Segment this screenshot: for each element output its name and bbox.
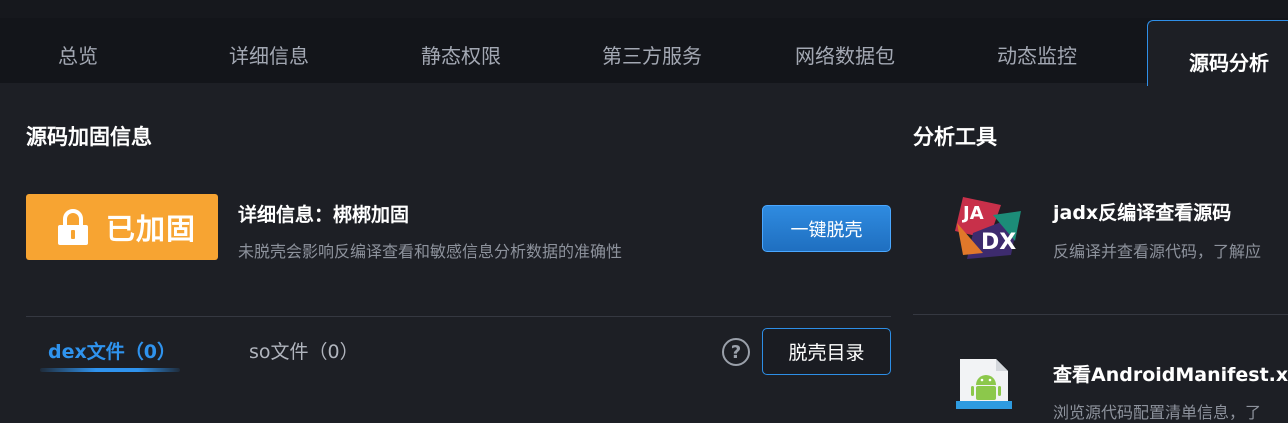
section-divider <box>26 316 891 317</box>
active-subtab-underline <box>40 368 180 372</box>
lock-icon <box>58 209 88 245</box>
tool-manifest-description: 浏览源代码配置清单信息，了 <box>1053 403 1262 422</box>
jadx-icon[interactable]: JA DX <box>953 193 1023 261</box>
tab-dynamic-monitoring[interactable]: 动态监控 <box>997 40 1077 69</box>
svg-text:DX: DX <box>981 230 1016 255</box>
tools-section-title: 分析工具 <box>913 125 997 149</box>
subtab-so-files[interactable]: so文件（0） <box>249 337 359 364</box>
tab-third-party-services[interactable]: 第三方服务 <box>602 40 702 69</box>
unpack-directory-button[interactable]: 脱壳目录 <box>762 328 891 375</box>
tool-jadx-description: 反编译并查看源代码，了解应 <box>1053 242 1262 261</box>
hardening-detail-title: 详细信息：梆梆加固 <box>238 204 410 226</box>
tab-source-analysis[interactable]: 源码分析 <box>1147 20 1288 86</box>
tab-bar: 总览 详细信息 静态权限 第三方服务 网络数据包 动态监控 <box>0 18 1288 83</box>
tab-overview[interactable]: 总览 <box>58 40 98 69</box>
subtab-dex-files[interactable]: dex文件（0） <box>48 337 176 364</box>
tab-static-permissions[interactable]: 静态权限 <box>421 40 501 69</box>
tab-network-packets[interactable]: 网络数据包 <box>795 40 895 69</box>
help-icon[interactable]: ? <box>722 338 750 366</box>
hardening-detail-description: 未脱壳会影响反编译查看和敏感信息分析数据的准确性 <box>238 242 623 261</box>
top-strip <box>0 0 1288 18</box>
tool-manifest-title[interactable]: 查看AndroidManifest.x <box>1053 360 1288 387</box>
tool-jadx-title[interactable]: jadx反编译查看源码 <box>1053 198 1231 225</box>
android-xml-icon[interactable] <box>956 355 1012 409</box>
one-click-unpack-button[interactable]: 一键脱壳 <box>762 205 891 252</box>
tab-details[interactable]: 详细信息 <box>229 40 309 69</box>
hardening-section-title: 源码加固信息 <box>26 125 152 149</box>
tools-divider <box>913 314 1288 315</box>
svg-text:JA: JA <box>961 203 984 224</box>
hardened-status-badge: 已加固 <box>26 194 218 260</box>
badge-label: 已加固 <box>106 212 197 246</box>
